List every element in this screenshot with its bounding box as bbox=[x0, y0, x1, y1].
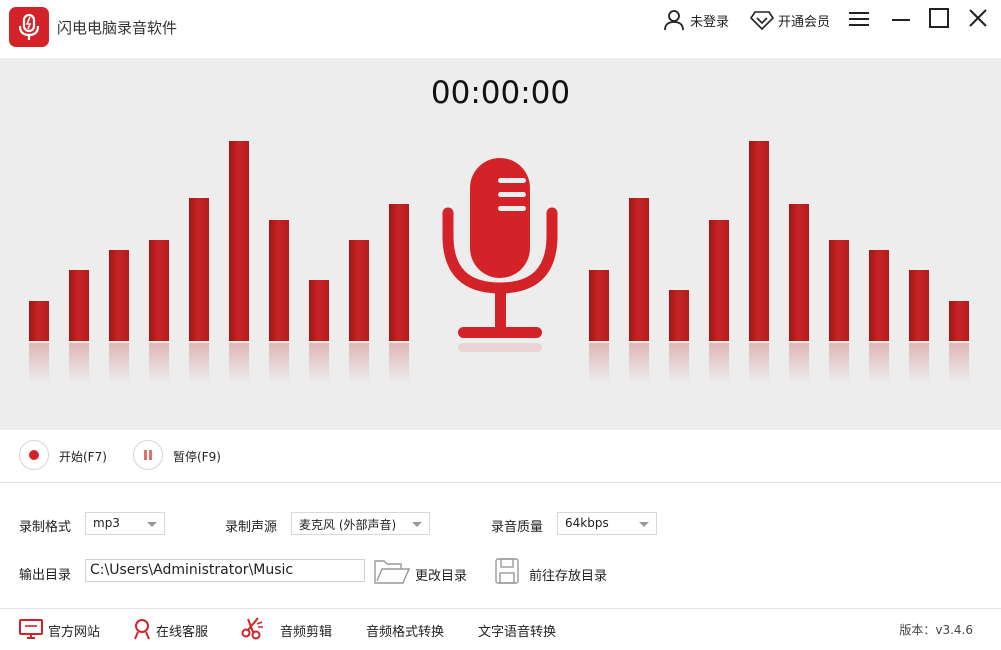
level-bar-left-1 bbox=[29, 301, 49, 341]
record-controls: 开始(F7) 暂停(F9) bbox=[0, 430, 1001, 483]
quality-select[interactable]: 64kbps bbox=[557, 512, 657, 535]
vip-label: 开通会员 bbox=[778, 14, 831, 30]
app-title: 闪电电脑录音软件 bbox=[57, 19, 178, 37]
format-value: mp3 bbox=[93, 516, 120, 530]
level-bar-reflection bbox=[109, 343, 129, 383]
level-bar-right-6 bbox=[789, 204, 809, 341]
minimize-icon[interactable] bbox=[891, 10, 911, 28]
format-label: 录制格式 bbox=[19, 520, 72, 535]
chevron-down-icon bbox=[147, 522, 157, 527]
level-bar-reflection bbox=[269, 343, 289, 383]
level-bar-reflection bbox=[709, 343, 729, 383]
pause-icon bbox=[143, 450, 153, 460]
level-bar-reflection bbox=[389, 343, 409, 383]
level-bar-right-10 bbox=[949, 301, 969, 341]
user-icon bbox=[664, 10, 684, 31]
start-label: 开始(F7) bbox=[59, 450, 107, 464]
level-bar-left-10 bbox=[389, 204, 409, 341]
output-label: 输出目录 bbox=[19, 568, 72, 583]
level-bar-right-9 bbox=[909, 270, 929, 341]
save-icon[interactable] bbox=[494, 557, 520, 585]
version-label: 版本：v3.4.6 bbox=[899, 623, 973, 637]
record-icon bbox=[29, 450, 39, 460]
level-bar-left-8 bbox=[309, 280, 329, 341]
level-bar-right-1 bbox=[589, 270, 609, 341]
level-bar-right-5 bbox=[749, 141, 769, 341]
level-bar-left-9 bbox=[349, 240, 369, 341]
diamond-icon bbox=[750, 11, 774, 31]
level-bar-reflection bbox=[629, 343, 649, 383]
audio-edit-link[interactable]: 音频剪辑 bbox=[280, 621, 332, 640]
source-value: 麦克风 (外部声音) bbox=[299, 518, 397, 532]
level-bar-reflection bbox=[29, 343, 49, 383]
level-bar-reflection bbox=[69, 343, 89, 383]
level-bar-reflection bbox=[789, 343, 809, 383]
level-bar-left-7 bbox=[269, 220, 289, 341]
level-bar-reflection bbox=[589, 343, 609, 383]
pause-label: 暂停(F9) bbox=[173, 450, 221, 464]
level-bar-left-2 bbox=[69, 270, 89, 341]
app-logo-icon bbox=[9, 7, 49, 47]
timer-display: 00:00:00 bbox=[430, 75, 571, 111]
level-bar-right-4 bbox=[709, 220, 729, 341]
level-bar-left-3 bbox=[109, 250, 129, 341]
level-bar-reflection bbox=[669, 343, 689, 383]
output-path-field[interactable]: C:\Users\Administrator\Music bbox=[85, 559, 365, 582]
maximize-icon[interactable] bbox=[929, 8, 949, 28]
menu-icon[interactable] bbox=[849, 10, 869, 28]
tts-link[interactable]: 文字语音转换 bbox=[478, 621, 556, 640]
close-icon[interactable] bbox=[969, 9, 987, 27]
change-dir-button[interactable]: 更改目录 bbox=[415, 565, 467, 584]
level-bar-reflection bbox=[909, 343, 929, 383]
open-dir-button[interactable]: 前往存放目录 bbox=[529, 565, 607, 584]
level-bar-reflection bbox=[229, 343, 249, 383]
support-link[interactable]: 在线客服 bbox=[156, 621, 208, 640]
vip-button[interactable]: 开通会员 bbox=[750, 10, 831, 31]
chevron-down-icon bbox=[639, 522, 649, 527]
format-select[interactable]: mp3 bbox=[85, 512, 165, 535]
source-label: 录制声源 bbox=[225, 520, 278, 535]
level-bar-reflection bbox=[309, 343, 329, 383]
level-bar-reflection bbox=[749, 343, 769, 383]
level-bar-reflection bbox=[949, 343, 969, 383]
monitor-icon bbox=[19, 619, 43, 639]
level-bar-left-4 bbox=[149, 240, 169, 341]
quality-value: 64kbps bbox=[565, 516, 609, 530]
settings-panel: 录制格式 mp3 录制声源 麦克风 (外部声音) 录音质量 64kbps 输出目… bbox=[0, 483, 1001, 608]
microphone-icon bbox=[442, 158, 558, 352]
level-bar-right-2 bbox=[629, 198, 649, 341]
login-label: 未登录 bbox=[690, 14, 730, 30]
footer-bar: 官方网站 在线客服 音频剪辑 音频格式转换 文字语音转换 版本：v3.4.6 bbox=[0, 608, 1001, 650]
level-bar-reflection bbox=[189, 343, 209, 383]
level-bar-right-3 bbox=[669, 290, 689, 341]
folder-icon[interactable] bbox=[374, 559, 410, 585]
chevron-down-icon bbox=[412, 522, 422, 527]
level-bar-reflection bbox=[349, 343, 369, 383]
level-bar-reflection bbox=[149, 343, 169, 383]
support-icon bbox=[134, 619, 150, 640]
pause-button[interactable] bbox=[133, 440, 163, 470]
website-link[interactable]: 官方网站 bbox=[48, 621, 100, 640]
title-bar: 闪电电脑录音软件 未登录 开通会员 bbox=[0, 0, 1001, 58]
start-button[interactable] bbox=[19, 440, 49, 470]
level-bar-left-5 bbox=[189, 198, 209, 341]
source-select[interactable]: 麦克风 (外部声音) bbox=[291, 512, 430, 535]
format-convert-link[interactable]: 音频格式转换 bbox=[366, 621, 444, 640]
quality-label: 录音质量 bbox=[491, 520, 544, 535]
scissors-icon bbox=[241, 617, 263, 640]
level-bar-right-7 bbox=[829, 240, 849, 341]
level-bar-left-6 bbox=[229, 141, 249, 341]
level-bar-reflection bbox=[869, 343, 889, 383]
level-bar-right-8 bbox=[869, 250, 889, 341]
level-bar-reflection bbox=[829, 343, 849, 383]
login-button[interactable]: 未登录 bbox=[662, 10, 730, 31]
